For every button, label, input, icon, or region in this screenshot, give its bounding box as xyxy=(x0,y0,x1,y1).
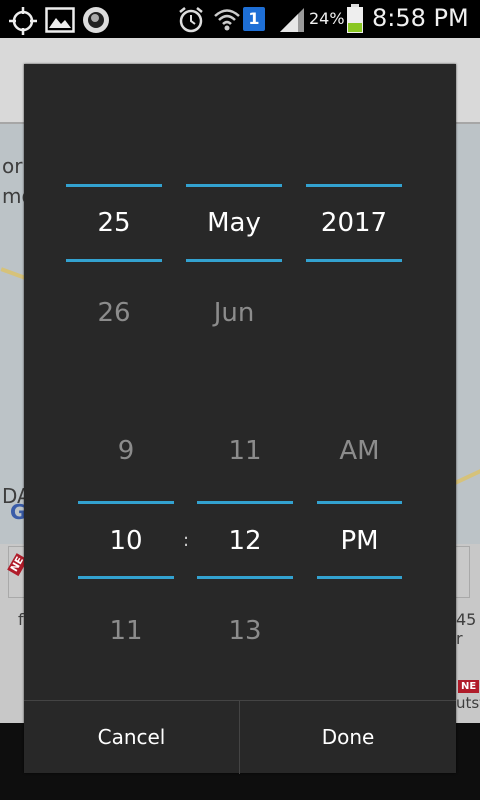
ampm-divider-top xyxy=(317,501,402,504)
date-time-picker-dialog: 25 26 May Jun 2017 9 10 11 : 11 12 13 AM… xyxy=(24,64,456,774)
day-divider-top xyxy=(66,184,162,187)
status-bar: 1 24% 8:58 PM xyxy=(0,0,480,38)
gallery-icon xyxy=(45,7,75,33)
month-divider-top xyxy=(186,184,282,187)
background-text: utst xyxy=(456,694,480,712)
minute-prev[interactable]: 11 xyxy=(197,433,293,469)
background-badge: NE xyxy=(458,680,480,693)
year-divider-top xyxy=(306,184,402,187)
clock: 8:58 PM xyxy=(372,4,469,32)
ampm-divider-bottom xyxy=(317,576,402,579)
alarm-icon xyxy=(179,7,203,33)
battery-icon xyxy=(347,4,363,33)
day-selected[interactable]: 25 xyxy=(66,205,162,241)
background-text: or xyxy=(2,154,23,178)
month-selected[interactable]: May xyxy=(186,205,282,241)
year-divider-bottom xyxy=(306,259,402,262)
background-text: 45 r xyxy=(456,610,477,648)
ampm-prev[interactable]: AM xyxy=(317,433,402,469)
sim-badge-number: 1 xyxy=(248,9,260,28)
minute-divider-bottom xyxy=(197,576,293,579)
ampm-selected[interactable]: PM xyxy=(317,523,402,559)
minute-selected[interactable]: 12 xyxy=(197,523,293,559)
battery-percent: 24% xyxy=(309,9,345,28)
minute-next[interactable]: 13 xyxy=(197,613,293,649)
hour-next[interactable]: 11 xyxy=(78,613,174,649)
wifi-icon xyxy=(214,9,240,31)
hour-divider-top xyxy=(78,501,174,504)
signal-icon xyxy=(280,8,304,32)
minute-divider-top xyxy=(197,501,293,504)
hour-prev[interactable]: 9 xyxy=(78,433,174,469)
gps-icon xyxy=(9,7,37,35)
year-selected[interactable]: 2017 xyxy=(306,205,402,241)
time-separator: : xyxy=(183,530,190,551)
hour-divider-bottom xyxy=(78,576,174,579)
day-divider-bottom xyxy=(66,259,162,262)
sim-badge-icon: 1 xyxy=(243,7,265,31)
hour-selected[interactable]: 10 xyxy=(78,523,174,559)
background-text: f xyxy=(18,610,24,629)
circle-app-icon xyxy=(83,7,109,33)
day-next[interactable]: 26 xyxy=(66,295,162,331)
month-next[interactable]: Jun xyxy=(186,295,282,331)
cancel-button[interactable]: Cancel xyxy=(24,701,240,774)
done-button[interactable]: Done xyxy=(240,701,456,774)
dialog-button-bar: Cancel Done xyxy=(24,700,456,774)
month-divider-bottom xyxy=(186,259,282,262)
